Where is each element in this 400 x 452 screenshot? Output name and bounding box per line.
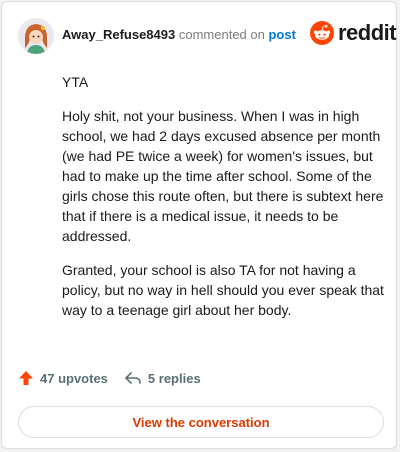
reddit-snoo-icon: [310, 21, 334, 45]
comment-card: Away_Refuse8493 commented on post reddit…: [1, 1, 397, 449]
reddit-wordmark: reddit: [338, 20, 397, 45]
comment-body: YTA Holy shit, not your business. When I…: [62, 72, 384, 334]
comment-header: Away_Refuse8493 commented on post: [62, 27, 296, 42]
upvote-label: 47 upvotes: [40, 370, 108, 386]
reply-arrow-icon: [125, 372, 141, 384]
comment-paragraph: Holy shit, not your business. When I was…: [62, 108, 384, 244]
upvote-count[interactable]: 47 upvotes: [18, 370, 108, 386]
reply-label: 5 replies: [147, 370, 201, 386]
upvote-arrow-icon: [19, 371, 33, 385]
comment-paragraph: YTA: [62, 74, 89, 90]
username[interactable]: Away_Refuse8493: [62, 27, 175, 42]
action-text: commented on: [178, 27, 265, 42]
avatar-icon: [18, 18, 54, 54]
view-conversation-button[interactable]: View the conversation: [18, 406, 384, 438]
comment-footer: 47 upvotes 5 replies: [18, 370, 201, 386]
comment-paragraph: Granted, your school is also TA for not …: [62, 262, 384, 318]
reddit-logo[interactable]: reddit: [310, 20, 397, 46]
reply-count[interactable]: 5 replies: [124, 370, 201, 386]
post-link[interactable]: post: [268, 27, 295, 42]
avatar[interactable]: [18, 18, 54, 54]
